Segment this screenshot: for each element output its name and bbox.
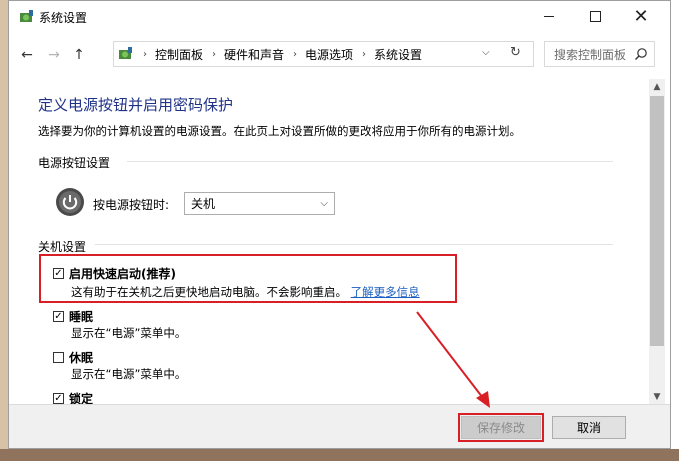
page-description: 选择要为你的计算机设置的电源设置。在此页上对设置所做的更改将应用于你所有的电源计… <box>38 124 521 138</box>
forward-button[interactable]: → <box>44 45 64 65</box>
breadcrumb-separator-icon[interactable]: › <box>293 49 297 60</box>
hibernate-label[interactable]: 休眠 <box>69 349 93 366</box>
learn-more-link[interactable]: 了解更多信息 <box>351 285 420 299</box>
page-title: 定义电源按钮并启用密码保护 <box>38 96 234 114</box>
scroll-down-icon[interactable]: ▼ <box>649 389 665 405</box>
fast-startup-option[interactable]: ✓ 启用快速启动(推荐) <box>53 265 176 282</box>
hibernate-description: 显示在“电源”菜单中。 <box>71 367 187 381</box>
hibernate-checkbox[interactable] <box>53 352 64 363</box>
breadcrumb-separator-icon: › <box>143 48 147 60</box>
chevron-down-icon: ⌵ <box>320 198 328 209</box>
sleep-description: 显示在“电源”菜单中。 <box>71 326 187 340</box>
power-button-action-select[interactable]: 关机 ⌵ <box>184 192 335 215</box>
breadcrumb-separator-icon[interactable]: › <box>362 49 366 60</box>
shutdown-section-title: 关机设置 <box>38 240 87 254</box>
scroll-up-icon[interactable]: ▲ <box>649 79 665 95</box>
lock-label[interactable]: 锁定 <box>69 390 93 404</box>
sleep-checkbox[interactable]: ✓ <box>53 311 64 322</box>
breadcrumb-item-control-panel[interactable]: 控制面板 <box>155 46 203 63</box>
arrow-left-icon: ← <box>21 47 33 63</box>
fast-startup-desc-text: 这有助于在关机之后更快地启动电脑。不会影响重启。 <box>71 285 347 299</box>
dialog-footer: 保存修改 取消 <box>9 404 670 448</box>
control-panel-icon <box>119 47 132 59</box>
desktop-background <box>0 0 8 461</box>
window-title: 系统设置 <box>39 11 88 25</box>
vertical-scrollbar[interactable]: ▲ ▼ <box>649 79 665 405</box>
maximize-button[interactable] <box>572 1 618 32</box>
save-button-highlight <box>458 413 544 442</box>
search-box[interactable]: 搜索控制面板 <box>544 41 655 67</box>
fast-startup-description: 这有助于在关机之后更快地启动电脑。不会影响重启。 了解更多信息 <box>71 284 420 300</box>
power-button-section-title: 电源按钮设置 <box>38 156 111 170</box>
cancel-button[interactable]: 取消 <box>552 416 626 439</box>
breadcrumb-separator-icon[interactable]: › <box>212 49 216 60</box>
scrollbar-thumb[interactable] <box>650 96 664 346</box>
address-bar[interactable]: › 控制面板 › 硬件和声音 › 电源选项 › 系统设置 ⌵ ↻ <box>113 41 534 67</box>
breadcrumb-item-hardware-sound[interactable]: 硬件和声音 <box>224 46 284 63</box>
close-icon: ✕ <box>633 5 649 27</box>
navigation-bar: ← → ↑ › 控制面板 › 硬件和声音 › 电源选项 › 系统设置 ⌵ ↻ 搜… <box>9 41 670 69</box>
lock-checkbox[interactable]: ✓ <box>53 393 64 404</box>
up-button[interactable]: ↑ <box>69 45 89 65</box>
lock-option[interactable]: ✓ 锁定 <box>53 390 93 404</box>
section-divider <box>95 244 613 245</box>
breadcrumb-item-system-settings[interactable]: 系统设置 <box>374 46 422 63</box>
power-options-icon <box>20 10 33 22</box>
minimize-button[interactable] <box>526 1 572 32</box>
maximize-icon <box>589 11 601 22</box>
minimize-icon <box>544 16 554 17</box>
power-button-label: 按电源按钮时: <box>93 198 170 212</box>
power-button-icon <box>56 188 84 216</box>
system-settings-window: 系统设置 ✕ ← → ↑ › 控制面板 › 硬件和声音 › 电源选项 › 系统设… <box>8 0 671 449</box>
fast-startup-label[interactable]: 启用快速启动(推荐) <box>69 265 176 282</box>
settings-content: 定义电源按钮并启用密码保护 选择要为你的计算机设置的电源设置。在此页上对设置所做… <box>9 79 649 404</box>
back-button[interactable]: ← <box>17 45 37 65</box>
sleep-option[interactable]: ✓ 睡眠 <box>53 308 93 325</box>
title-bar[interactable]: 系统设置 ✕ <box>9 1 670 32</box>
hibernate-option[interactable]: 休眠 <box>53 349 93 366</box>
fast-startup-checkbox[interactable]: ✓ <box>53 268 64 279</box>
sleep-label[interactable]: 睡眠 <box>69 308 93 325</box>
power-button-action-value: 关机 <box>191 197 216 211</box>
address-history-chevron-icon[interactable]: ⌵ <box>482 47 490 58</box>
search-icon <box>635 48 647 60</box>
arrow-up-icon: ↑ <box>73 47 85 63</box>
breadcrumb-item-power-options[interactable]: 电源选项 <box>305 46 353 63</box>
close-button[interactable]: ✕ <box>618 1 664 32</box>
desktop-background-bottom <box>0 449 679 461</box>
refresh-icon[interactable]: ↻ <box>510 45 521 60</box>
arrow-right-icon: → <box>48 47 60 63</box>
section-divider <box>127 161 613 162</box>
search-input[interactable]: 搜索控制面板 <box>554 46 634 63</box>
